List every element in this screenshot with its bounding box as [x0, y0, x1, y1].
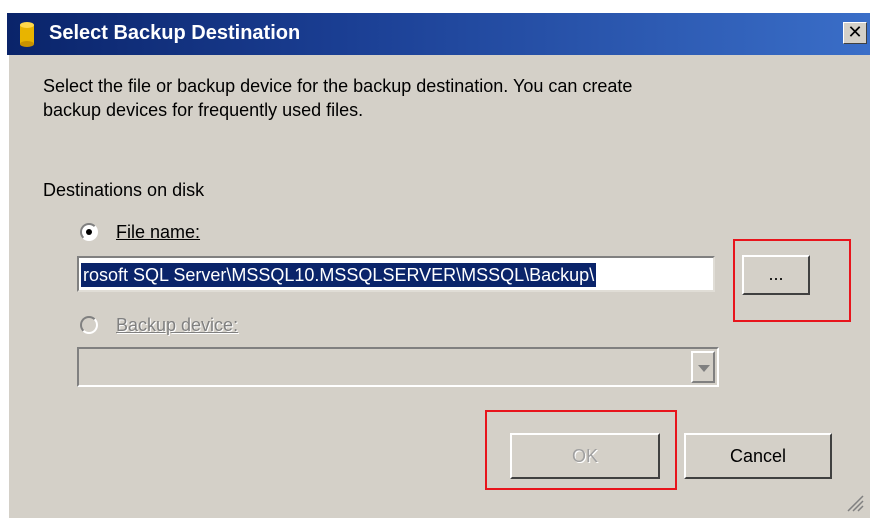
- chevron-down-icon[interactable]: [691, 351, 715, 383]
- file-path-input[interactable]: rosoft SQL Server\MSSQL10.MSSQLSERVER\MS…: [77, 256, 715, 292]
- title-bar[interactable]: Select Backup Destination ✕: [7, 13, 870, 55]
- database-icon: [20, 22, 34, 47]
- file-name-radio[interactable]: [80, 223, 98, 241]
- backup-device-select[interactable]: [77, 347, 719, 387]
- description-line-1: Select the file or backup device for the…: [43, 76, 633, 96]
- browse-highlight-box: [733, 239, 851, 322]
- cancel-button-label: Cancel: [729, 446, 787, 466]
- close-button[interactable]: ✕: [843, 22, 867, 44]
- description-line-2: backup devices for frequently used files…: [43, 100, 364, 120]
- file-name-label-text: File name:: [116, 222, 201, 242]
- window-title: Select Backup Destination: [49, 22, 301, 44]
- destinations-heading: Destinations on disk: [43, 180, 205, 200]
- resize-grip-icon[interactable]: [844, 492, 864, 512]
- ok-highlight-box: [485, 410, 677, 490]
- cancel-button[interactable]: Cancel: [684, 433, 832, 479]
- backup-device-label[interactable]: Backup device:: [116, 315, 238, 336]
- file-name-label[interactable]: File name:: [116, 222, 200, 243]
- backup-device-label-text: Backup device:: [116, 315, 239, 335]
- backup-device-radio[interactable]: [80, 316, 98, 334]
- file-path-value: rosoft SQL Server\MSSQL10.MSSQLSERVER\MS…: [81, 263, 597, 287]
- close-icon: ✕: [847, 22, 863, 43]
